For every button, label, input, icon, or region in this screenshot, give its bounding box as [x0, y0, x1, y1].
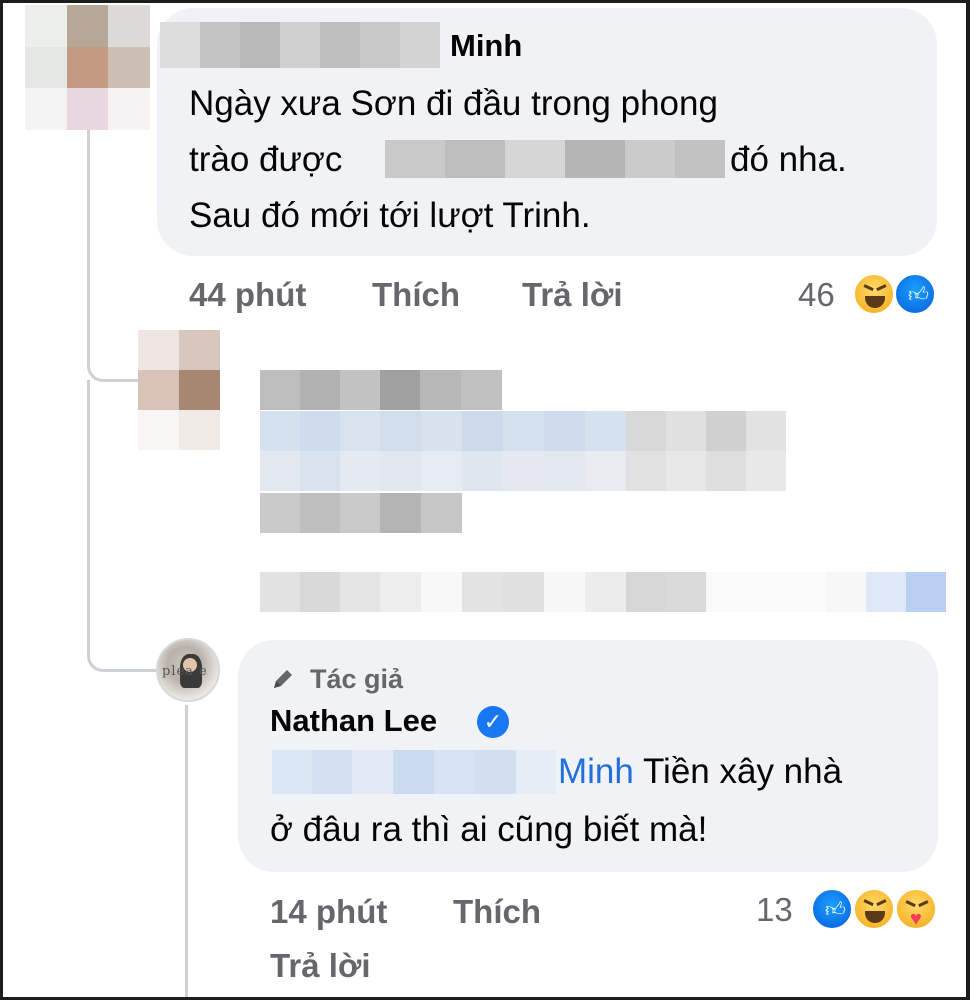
censored-reply-line-3: [260, 493, 462, 533]
censored-reply-actions: [260, 572, 946, 612]
mentioned-name-censored: [272, 750, 556, 794]
author-avatar[interactable]: plea e: [156, 638, 220, 702]
haha-icon[interactable]: [852, 887, 896, 931]
censored-text: [385, 140, 725, 178]
care-icon[interactable]: ♥: [894, 887, 938, 931]
comment-text-line-2-end: đó nha.: [730, 140, 847, 179]
mention-link[interactable]: Minh: [558, 752, 634, 791]
comment-text-line-1: Ngày xưa Sơn đi đầu trong phong: [189, 84, 718, 123]
reply-button[interactable]: Trả lời: [522, 276, 623, 314]
haha-icon[interactable]: [852, 272, 896, 316]
author-badge: Tác giả: [310, 664, 404, 694]
like-icon[interactable]: 👍︎: [810, 887, 854, 931]
reply-reaction-count[interactable]: 13: [756, 891, 793, 929]
commenter-name-suffix[interactable]: Minh: [450, 28, 522, 64]
pencil-icon: [270, 666, 296, 692]
author-name[interactable]: Nathan Lee: [270, 703, 437, 739]
reply-avatar-censored[interactable]: [138, 330, 220, 450]
reply-text-line-2: ở đâu ra thì ai cũng biết mà!: [270, 810, 708, 849]
comment-time[interactable]: 44 phút: [189, 276, 306, 314]
thread-line-author: [185, 705, 188, 1000]
reply-text-rest: Tiền xây nhà: [633, 752, 843, 791]
reply-reply-button[interactable]: Trả lời: [270, 947, 371, 985]
censored-reply-line-2: [260, 451, 826, 491]
commenter-avatar-censored[interactable]: [25, 5, 150, 130]
commenter-name-censored: [160, 22, 440, 68]
reply-text-line-1: Minh Tiền xây nhà: [558, 743, 842, 800]
comment-text-line-3: Sau đó mới tới lượt Trinh.: [189, 196, 591, 235]
reaction-count[interactable]: 46: [798, 276, 835, 314]
reply-time[interactable]: 14 phút: [270, 893, 387, 931]
censored-reply-name: [260, 370, 502, 410]
censored-reply-line-1: [260, 411, 826, 451]
comment-text-line-2-start: trào được: [189, 140, 343, 179]
reply-like-button[interactable]: Thích: [453, 893, 541, 931]
like-icon[interactable]: 👍︎: [893, 272, 937, 316]
verified-badge-icon: ✓: [477, 706, 509, 738]
like-button[interactable]: Thích: [372, 276, 460, 314]
